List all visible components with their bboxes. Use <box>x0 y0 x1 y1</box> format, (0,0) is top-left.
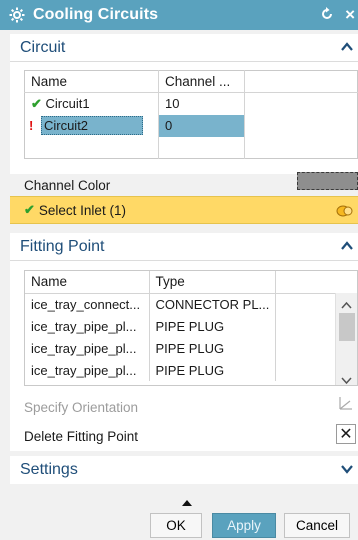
window-title: Cooling Circuits <box>33 6 159 23</box>
settings-section-header[interactable]: Settings <box>10 456 358 484</box>
delete-fitting-point-label: Delete Fitting Point <box>24 429 139 444</box>
fitting-name: ice_tray_pipe_pl... <box>25 359 150 381</box>
table-row[interactable]: ! Circuit2 0 <box>24 114 358 137</box>
fitting-section-header[interactable]: Fitting Point <box>10 233 358 261</box>
fitting-type: PIPE PLUG <box>149 315 277 337</box>
fitting-type: PIPE PLUG <box>149 337 277 359</box>
table-row[interactable]: ✔ Circuit1 10 <box>24 92 358 115</box>
delete-icon[interactable]: ✕ <box>336 424 356 444</box>
scroll-up-icon[interactable] <box>341 297 352 312</box>
chevron-down-icon[interactable] <box>340 462 354 476</box>
circuit-name: Circuit2 <box>40 116 144 135</box>
table-row[interactable]: ice_tray_pipe_pl... PIPE PLUG <box>25 315 335 337</box>
circuit-table: Name Channel ... ✔ Circuit1 10 ! Circuit… <box>24 70 358 159</box>
fitting-type: CONNECTOR PL... <box>149 293 277 315</box>
column-header-name[interactable]: Name <box>25 271 150 294</box>
gear-icon <box>9 7 25 23</box>
table-row[interactable]: ice_tray_connect... CONNECTOR PL... <box>25 293 335 315</box>
specify-orientation-label: Specify Orientation <box>24 400 139 415</box>
check-icon: ✔ <box>24 202 35 217</box>
fitting-name: ice_tray_connect... <box>25 293 150 315</box>
apply-button[interactable]: Apply <box>212 513 276 538</box>
check-icon: ✔ <box>31 95 42 111</box>
channel-count: 10 <box>158 92 245 115</box>
scroll-thumb[interactable] <box>339 313 355 341</box>
select-inlet-label: Select Inlet (1) <box>38 202 126 218</box>
cancel-button[interactable]: Cancel <box>284 513 350 538</box>
error-icon: ! <box>29 118 34 133</box>
fitting-section-title: Fitting Point <box>20 237 105 255</box>
column-header-type[interactable]: Type <box>149 271 277 294</box>
settings-section-title: Settings <box>20 461 78 478</box>
channel-count: 0 <box>158 114 245 137</box>
fitting-type: PIPE PLUG <box>149 359 277 381</box>
ok-button[interactable]: OK <box>150 513 202 538</box>
orientation-icon[interactable] <box>336 395 354 416</box>
select-inlet-bar[interactable]: ✔ Select Inlet (1) <box>10 196 358 224</box>
collapse-arrow-icon[interactable] <box>182 494 192 509</box>
reset-icon[interactable] <box>320 7 334 21</box>
circuit-section-title: Circuit <box>20 38 66 56</box>
fitting-name: ice_tray_pipe_pl... <box>25 337 150 359</box>
scroll-down-icon[interactable] <box>341 373 352 385</box>
chevron-up-icon[interactable] <box>340 40 354 54</box>
cylinder-icon[interactable] <box>336 203 354 222</box>
fitting-list: Name Type ice_tray_connect... CONNECTOR … <box>24 270 358 386</box>
column-header-name[interactable]: Name <box>24 70 159 93</box>
channel-color-label: Channel Color <box>24 178 111 193</box>
table-row[interactable]: ice_tray_pipe_pl... PIPE PLUG <box>25 359 335 381</box>
column-header-channel[interactable]: Channel ... <box>158 70 245 93</box>
close-icon[interactable]: × <box>345 5 355 25</box>
table-row[interactable]: ice_tray_pipe_pl... PIPE PLUG <box>25 337 335 359</box>
circuit-name: Circuit1 <box>45 95 90 111</box>
scrollbar[interactable] <box>335 293 357 385</box>
fitting-name: ice_tray_pipe_pl... <box>25 315 150 337</box>
channel-color-swatch[interactable] <box>297 172 358 190</box>
circuit-section-header[interactable]: Circuit <box>10 34 358 62</box>
chevron-up-icon[interactable] <box>340 239 354 253</box>
title-bar: Cooling Circuits × <box>0 0 358 30</box>
